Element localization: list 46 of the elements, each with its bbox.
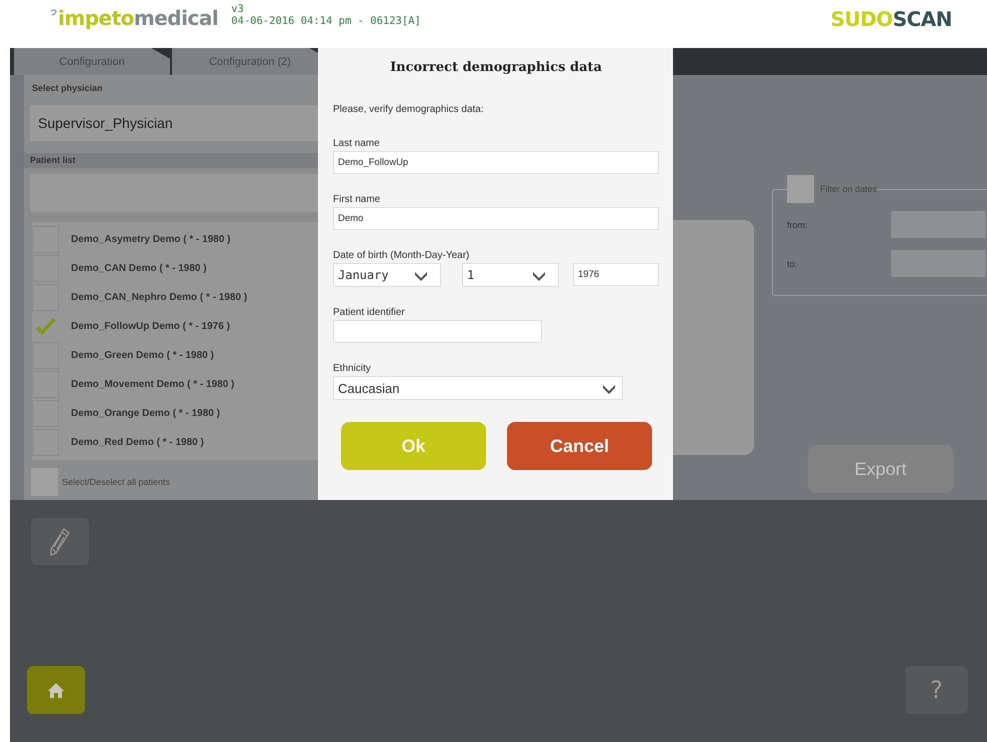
dropdown[interactable]: 1 bbox=[462, 263, 559, 287]
pencil-icon bbox=[49, 526, 71, 556]
field-label: Ethnicity bbox=[333, 363, 372, 374]
patient-name[interactable]: Demo_Red Demo ( * - 1980 ) bbox=[71, 437, 204, 448]
text-field[interactable] bbox=[333, 320, 542, 343]
version-label: v3 bbox=[231, 3, 245, 15]
edit-button[interactable] bbox=[31, 518, 89, 565]
logo: impetomedical bbox=[50, 6, 218, 30]
chevron-down-icon bbox=[532, 270, 546, 280]
chevron-down-icon bbox=[414, 270, 428, 280]
home-button[interactable] bbox=[27, 666, 85, 714]
field-label: Patient identifier bbox=[333, 307, 406, 318]
date-field[interactable] bbox=[891, 211, 986, 238]
date-field[interactable] bbox=[891, 250, 986, 277]
tab[interactable]: Configuration bbox=[14, 48, 170, 75]
patient-name[interactable]: Demo_Movement Demo ( * - 1980 ) bbox=[71, 379, 234, 390]
checkbox[interactable] bbox=[787, 175, 814, 203]
cancel-button[interactable]: Cancel bbox=[507, 422, 652, 470]
home-icon bbox=[47, 682, 65, 698]
help-button[interactable]: ? bbox=[905, 666, 968, 714]
product-logo: SUDOSCAN bbox=[830, 7, 952, 31]
patient-name[interactable]: Demo_FollowUp Demo ( * - 1976 ) bbox=[71, 321, 230, 332]
field-label: Date of birth (Month-Day-Year) bbox=[333, 250, 470, 261]
field-label: Last name bbox=[333, 138, 381, 149]
chevron-down-icon bbox=[602, 382, 616, 394]
checkmark-icon bbox=[34, 316, 58, 336]
timestamp: 04-06-2016 04:14 pm - 06123[A] bbox=[231, 15, 421, 27]
patient-name[interactable]: Demo_Orange Demo ( * - 1980 ) bbox=[71, 408, 220, 419]
dropdown[interactable]: Caucasian bbox=[333, 376, 623, 400]
from-label: from: bbox=[787, 220, 809, 230]
logo-mark-icon bbox=[50, 9, 57, 17]
text-field[interactable]: Demo bbox=[333, 207, 659, 230]
filter-label: Filter on dates bbox=[820, 184, 878, 194]
patient-name[interactable]: Demo_CAN Demo ( * - 1980 ) bbox=[71, 263, 207, 274]
dialog-title: Incorrect demographics data bbox=[389, 60, 603, 75]
select-all-label: Select/Deselect all patients bbox=[62, 477, 170, 487]
dialog-message: Please, verify demographics data: bbox=[333, 104, 485, 117]
text-field[interactable]: Demo_FollowUp bbox=[333, 151, 659, 174]
patient-name[interactable]: Demo_Green Demo ( * - 1980 ) bbox=[71, 350, 214, 361]
patient-name[interactable]: Demo_Asymetry Demo ( * - 1980 ) bbox=[71, 234, 231, 245]
to-label: to: bbox=[787, 258, 798, 268]
physician-label: Select physician bbox=[31, 83, 104, 95]
year-field[interactable]: 1976 bbox=[573, 263, 659, 286]
field-label: First name bbox=[333, 194, 382, 205]
patient-name[interactable]: Demo_CAN_Nephro Demo ( * - 1980 ) bbox=[71, 292, 248, 303]
dropdown[interactable]: January bbox=[333, 263, 441, 287]
